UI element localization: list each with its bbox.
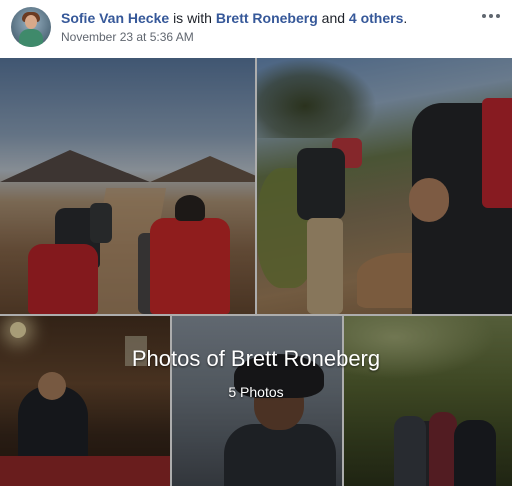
author-name-link[interactable]: Sofie Van Hecke [61, 10, 169, 26]
tagged-person-link[interactable]: Brett Roneberg [216, 10, 318, 26]
others-link[interactable]: 4 others [349, 10, 403, 26]
with-text: is with [173, 10, 212, 26]
photo-grid [0, 58, 512, 486]
album-photo-count: 5 Photos [228, 384, 284, 400]
avatar-face [25, 15, 37, 29]
period-text: . [403, 10, 408, 26]
post-header-line: Sofie Van Hecke is with Brett Roneberg a… [61, 9, 407, 27]
post-timestamp-link[interactable]: November 23 at 5:36 AM [61, 30, 194, 44]
post-header: Sofie Van Hecke is with Brett Roneberg a… [0, 0, 512, 58]
dot [482, 14, 486, 18]
album-title-link[interactable]: Photos of Brett Roneberg [0, 346, 512, 372]
dot [489, 14, 493, 18]
more-options-icon[interactable] [482, 10, 502, 22]
author-avatar[interactable] [11, 7, 51, 47]
avatar-body [19, 29, 43, 47]
album-overlay[interactable] [0, 58, 512, 486]
dot [496, 14, 500, 18]
and-text: and [321, 10, 346, 26]
